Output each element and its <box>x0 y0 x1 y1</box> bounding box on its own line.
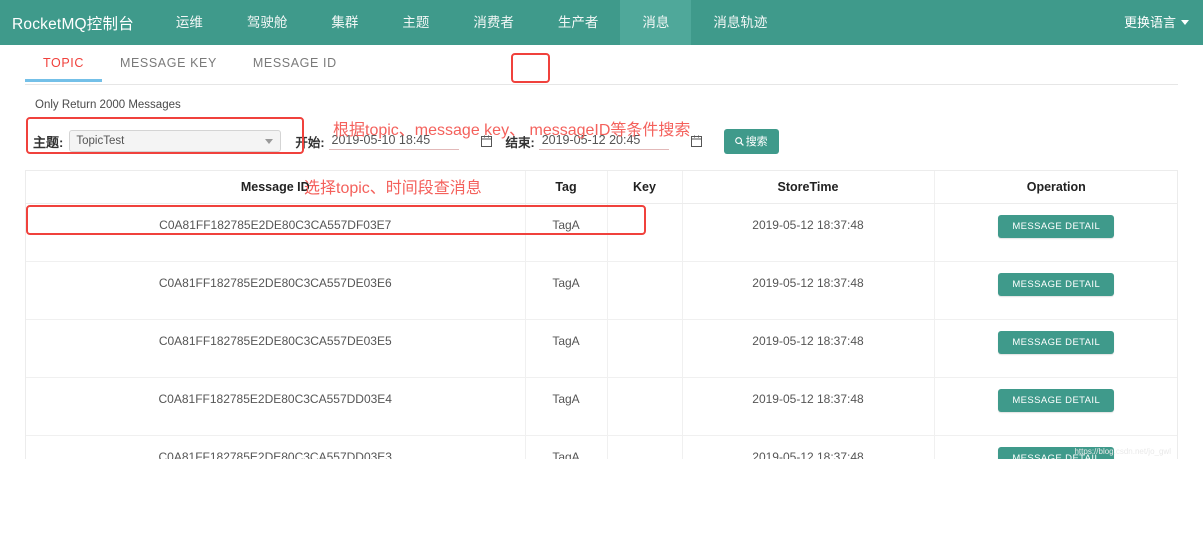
table-row: C0A81FF182785E2DE80C3CA557DE03E6 TagA 20… <box>26 261 1177 320</box>
message-detail-button[interactable]: MESSAGE DETAIL <box>998 389 1115 412</box>
message-detail-button[interactable]: MESSAGE DETAIL <box>998 215 1115 238</box>
search-button[interactable]: 搜索 <box>723 128 779 154</box>
cell-message-id: C0A81FF182785E2DE80C3CA557DE03E6 <box>26 261 526 320</box>
annotation-text-search-conditions: 根据topic、message key、 messageID等条件搜索 <box>333 122 691 139</box>
chevron-down-icon <box>1181 20 1189 25</box>
top-navbar: RocketMQ控制台 运维 驾驶舱 集群 主题 消费者 生产者 消息 消息轨迹… <box>0 0 1203 45</box>
cell-operation: MESSAGE DETAIL <box>934 261 1177 320</box>
cell-tag: TagA <box>525 377 608 436</box>
nav-items: 运维 驾驶舱 集群 主题 消费者 生产者 消息 消息轨迹 <box>154 0 790 45</box>
cell-key <box>607 319 683 378</box>
cell-tag: TagA <box>525 203 608 262</box>
nav-item-cluster[interactable]: 集群 <box>309 0 380 45</box>
table-row: C0A81FF182785E2DE80C3CA557DE03E5 TagA 20… <box>26 319 1177 378</box>
cell-tag: TagA <box>525 435 608 459</box>
language-switcher-label: 更换语言 <box>1123 15 1176 30</box>
table-row: C0A81FF182785E2DE80C3CA557DF03E7 TagA 20… <box>26 203 1177 262</box>
tab-message-key[interactable]: MESSAGE KEY <box>102 56 235 81</box>
message-detail-button[interactable]: MESSAGE DETAIL <box>998 273 1115 296</box>
watermark: https://blog.csdn.net/jo_gwl <box>1074 447 1171 456</box>
column-header-storetime[interactable]: StoreTime <box>682 171 935 204</box>
nav-item-message-trace[interactable]: 消息轨迹 <box>691 0 789 45</box>
cell-tag: TagA <box>525 261 608 320</box>
topic-select-value: TopicTest <box>76 135 125 147</box>
table-header-row: Message ID Tag Key StoreTime Operation <box>26 171 1177 204</box>
messages-table-body: C0A81FF182785E2DE80C3CA557DF03E7 TagA 20… <box>26 203 1177 459</box>
nav-item-ops[interactable]: 运维 <box>154 0 225 45</box>
cell-operation: MESSAGE DETAIL <box>934 203 1177 262</box>
calendar-icon[interactable] <box>690 135 702 147</box>
nav-item-producer[interactable]: 生产者 <box>536 0 621 45</box>
search-icon <box>734 136 744 146</box>
page-body: TOPIC MESSAGE KEY MESSAGE ID Only Return… <box>0 45 1203 459</box>
only-return-notice: Only Return 2000 Messages <box>35 99 181 111</box>
cell-storetime: 2019-05-12 18:37:48 <box>682 203 935 262</box>
topic-select[interactable]: TopicTest <box>69 130 282 152</box>
column-header-tag[interactable]: Tag <box>525 171 608 204</box>
messages-table-container: Message ID Tag Key StoreTime Operation C… <box>25 170 1178 459</box>
cell-message-id: C0A81FF182785E2DE80C3CA557DF03E7 <box>26 203 526 262</box>
table-row: C0A81FF182785E2DE80C3CA557DD03E3 TagA 20… <box>26 435 1177 459</box>
nav-item-topic[interactable]: 主题 <box>380 0 451 45</box>
cell-operation: MESSAGE DETAIL <box>934 319 1177 378</box>
column-header-key[interactable]: Key <box>607 171 683 204</box>
search-button-label: 搜索 <box>745 136 768 148</box>
nav-item-consumer[interactable]: 消费者 <box>451 0 536 45</box>
cell-key <box>607 377 683 436</box>
cell-storetime: 2019-05-12 18:37:48 <box>682 435 935 459</box>
cell-key <box>607 203 683 262</box>
app-brand[interactable]: RocketMQ控制台 <box>0 12 154 34</box>
topic-label: 主题: <box>33 134 64 150</box>
messages-table-head: Message ID Tag Key StoreTime Operation <box>26 171 1177 204</box>
column-header-operation[interactable]: Operation <box>934 171 1177 204</box>
nav-item-message[interactable]: 消息 <box>620 0 692 45</box>
table-row: C0A81FF182785E2DE80C3CA557DD03E4 TagA 20… <box>26 377 1177 436</box>
cell-storetime: 2019-05-12 18:37:48 <box>682 261 935 320</box>
annotation-text-topic-timerange: 选择topic、时间段查消息 <box>304 180 482 197</box>
cell-operation: MESSAGE DETAIL <box>934 377 1177 436</box>
cell-message-id: C0A81FF182785E2DE80C3CA557DE03E5 <box>26 319 526 378</box>
cell-message-id: C0A81FF182785E2DE80C3CA557DD03E3 <box>26 435 526 459</box>
language-switcher[interactable]: 更换语言 <box>1124 0 1189 45</box>
chevron-down-icon <box>265 138 274 144</box>
cell-storetime: 2019-05-12 18:37:48 <box>682 319 935 378</box>
cell-key <box>607 435 683 459</box>
nav-item-dashboard[interactable]: 驾驶舱 <box>225 0 310 45</box>
cell-key <box>607 261 683 320</box>
search-mode-tabs: TOPIC MESSAGE KEY MESSAGE ID <box>25 45 1178 85</box>
tab-topic[interactable]: TOPIC <box>25 56 102 82</box>
begin-label: 开始: <box>295 135 325 150</box>
cell-storetime: 2019-05-12 18:37:48 <box>682 377 935 436</box>
cell-message-id: C0A81FF182785E2DE80C3CA557DD03E4 <box>26 377 526 436</box>
messages-table: Message ID Tag Key StoreTime Operation C… <box>26 171 1177 459</box>
message-detail-button[interactable]: MESSAGE DETAIL <box>998 331 1115 354</box>
cell-tag: TagA <box>525 319 608 378</box>
tab-message-id[interactable]: MESSAGE ID <box>235 56 355 81</box>
